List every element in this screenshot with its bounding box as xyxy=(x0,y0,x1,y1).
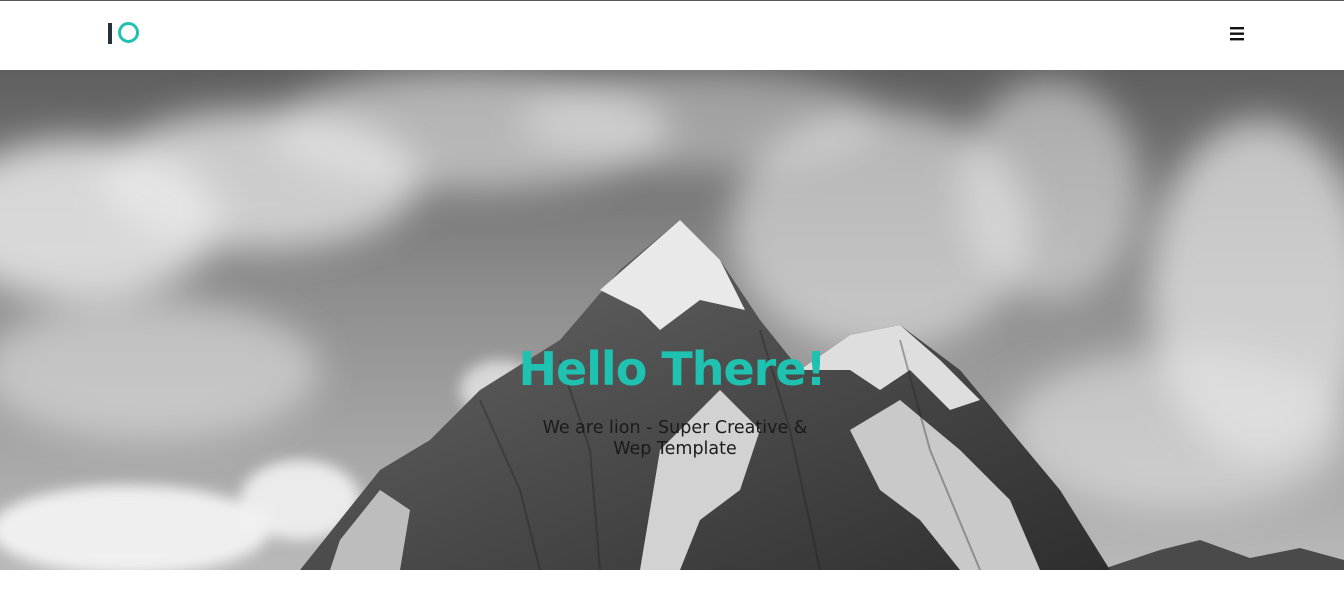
hero-section: Hello There! We are lion - Super Creativ… xyxy=(0,70,1344,570)
hero-title: Hello There! xyxy=(518,342,826,396)
hero-subtitle: We are lion - Super Creative & Wep Templ… xyxy=(542,418,808,459)
io-logo-icon[interactable] xyxy=(106,21,146,47)
site-header xyxy=(0,1,1344,70)
below-hero-area xyxy=(0,570,1344,607)
hamburger-menu-icon[interactable] xyxy=(1226,23,1248,45)
logo-bar xyxy=(108,23,112,44)
logo-ring xyxy=(118,22,139,43)
mountain-background-image xyxy=(0,70,1344,570)
